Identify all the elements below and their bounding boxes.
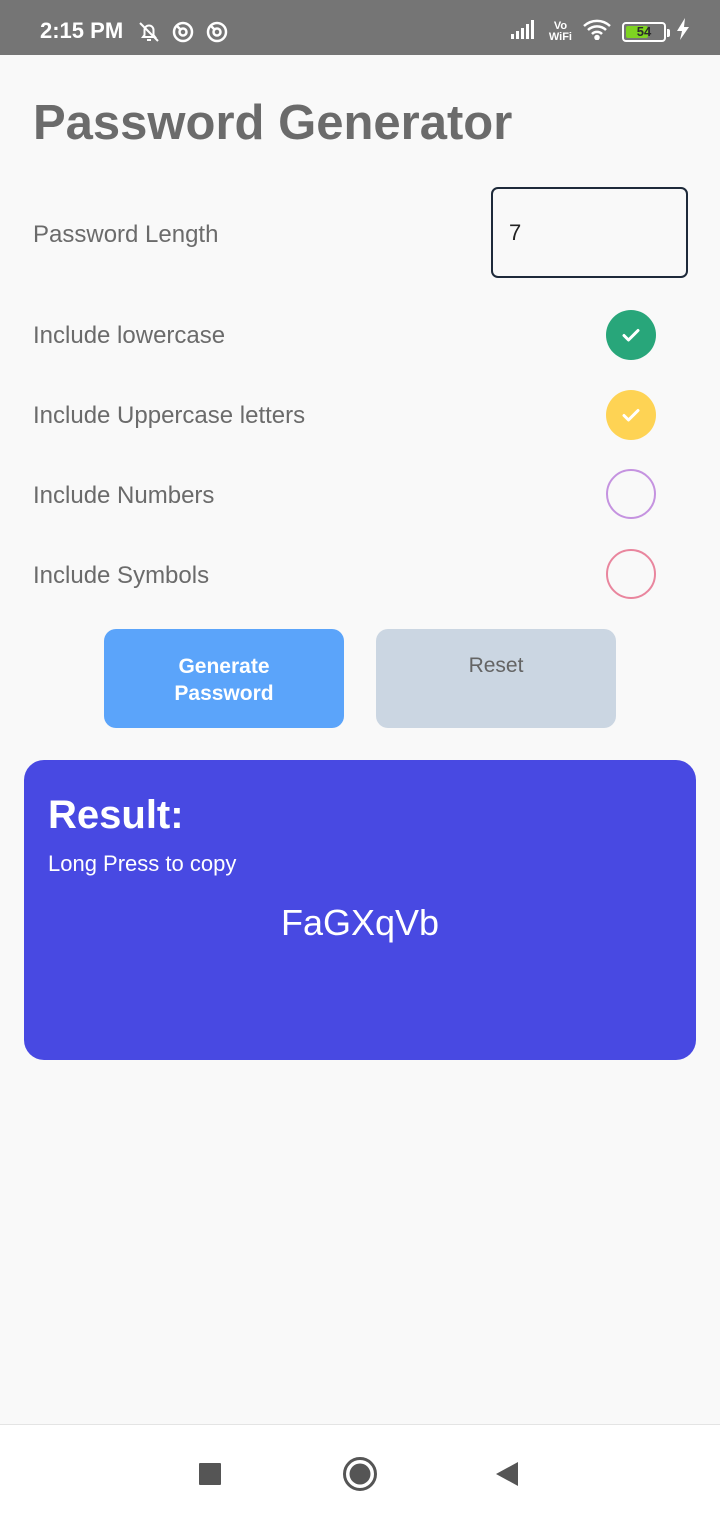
option-numbers-label: Include Numbers <box>33 482 215 509</box>
wifi-icon <box>582 18 612 45</box>
option-uppercase-label: Include Uppercase letters <box>33 402 306 429</box>
checkmark-icon <box>622 329 640 342</box>
checkmark-icon <box>622 409 640 422</box>
result-title: Result: <box>48 793 184 837</box>
status-bar: 2:15 PM Vo WiFi 54 <box>0 0 720 55</box>
generate-password-label: Generate Password <box>174 655 274 705</box>
result-card[interactable]: Result: Long Press to copy FaGXqVb <box>24 760 696 1060</box>
option-symbols-label: Include Symbols <box>33 562 210 589</box>
numbers-checkbox[interactable] <box>606 469 656 519</box>
charging-icon <box>676 18 690 45</box>
back-triangle-icon[interactable] <box>482 1449 532 1499</box>
password-length-label: Password Length <box>33 221 219 248</box>
status-left-icons <box>137 20 229 49</box>
status-right-icons: Vo WiFi 54 <box>510 18 690 45</box>
option-lowercase-label: Include lowercase <box>33 322 226 349</box>
data-saver-icon <box>205 20 229 49</box>
symbols-checkbox[interactable] <box>606 549 656 599</box>
recents-square-icon[interactable] <box>185 1449 235 1499</box>
alarm-off-icon <box>137 20 161 49</box>
battery-tip <box>667 28 670 37</box>
vowifi-icon: Vo WiFi <box>548 20 572 43</box>
page-title: Password Generator <box>33 96 513 150</box>
result-hint: Long Press to copy <box>48 851 237 876</box>
battery-level: 54 <box>636 24 652 39</box>
status-time: 2:15 PM <box>40 18 124 43</box>
battery-icon: 54 <box>622 21 670 42</box>
data-saver-icon <box>171 20 195 49</box>
uppercase-checkbox[interactable] <box>606 390 656 440</box>
generate-password-button[interactable]: Generate Password <box>104 629 344 728</box>
lowercase-checkbox[interactable] <box>606 310 656 360</box>
reset-button[interactable]: Reset <box>376 629 616 728</box>
password-length-input[interactable] <box>491 187 688 278</box>
signal-icon <box>510 19 539 44</box>
generated-password[interactable]: FaGXqVb <box>24 902 696 944</box>
app-screen: 2:15 PM Vo WiFi 54 Password Generator Pa… <box>0 0 720 1520</box>
reset-label: Reset <box>468 654 524 677</box>
navigation-bar <box>0 1424 720 1520</box>
home-circle-icon[interactable] <box>335 1449 385 1499</box>
vowifi-bottom-text: WiFi <box>548 30 572 43</box>
